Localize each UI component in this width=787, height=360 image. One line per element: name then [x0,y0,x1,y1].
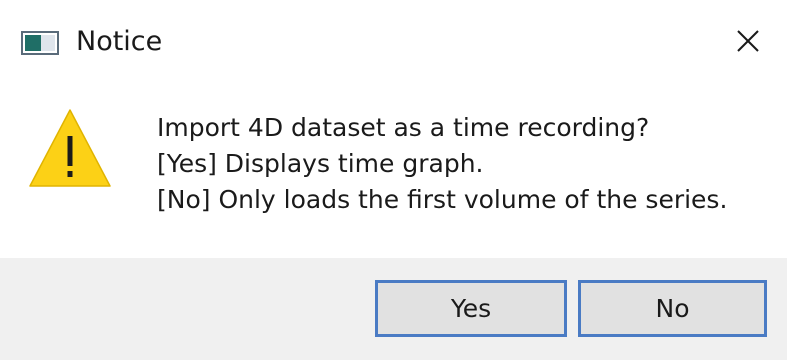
warning-icon [29,109,111,187]
message-text: Import 4D dataset as a time recording? [… [157,110,727,218]
message-line-no: [No] Only loads the first volume of the … [157,185,728,214]
close-icon [737,30,759,52]
button-bar: Yes No [0,258,787,360]
app-icon-panel-left [25,35,41,51]
message-line-question: Import 4D dataset as a time recording? [157,113,650,142]
close-button[interactable] [722,16,774,66]
app-window-icon [21,31,59,55]
yes-button[interactable]: Yes [375,280,567,337]
message-line-yes: [Yes] Displays time graph. [157,149,484,178]
notice-dialog: Notice Import 4D dataset as a time recor… [0,0,787,360]
dialog-title: Notice [76,26,163,57]
app-icon-panel-right [41,35,55,51]
title-bar: Notice [0,0,787,86]
no-button[interactable]: No [578,280,767,337]
